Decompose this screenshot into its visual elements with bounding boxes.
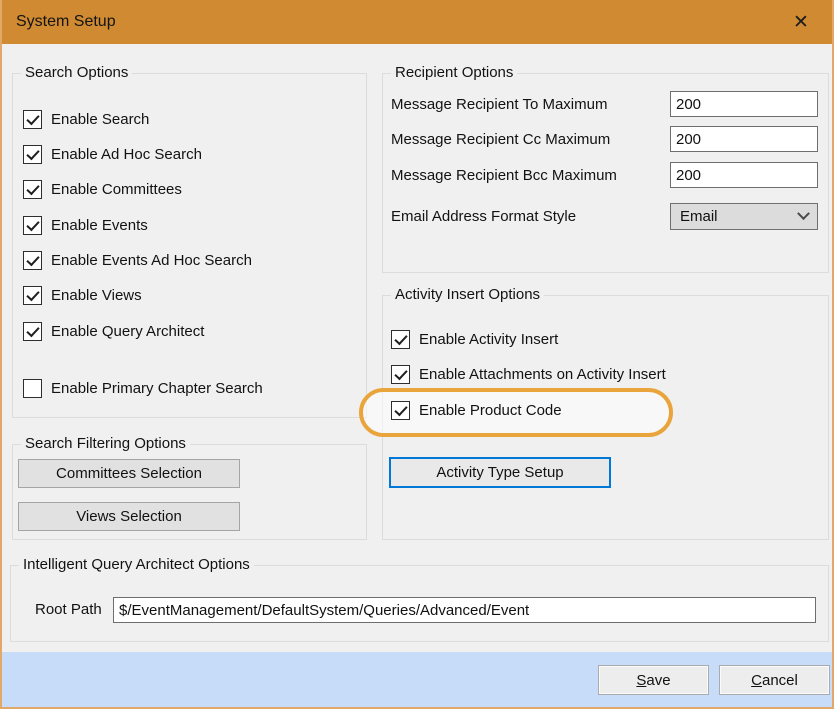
cancel-button[interactable]: Cancel [719,665,830,695]
save-button[interactable]: Save [598,665,709,695]
checkbox-row-enable-events[interactable]: Enable Events [23,215,148,235]
checkbox-row-enable-activity-insert[interactable]: Enable Activity Insert [391,329,558,349]
checkbox-label: Enable Product Code [419,402,562,419]
checkbox[interactable] [23,216,42,235]
bcc-maximum-input[interactable] [670,162,818,188]
system-setup-dialog: System Setup ✕ Search Options Enable Sea… [0,0,834,709]
checkbox[interactable] [391,330,410,349]
checkbox-label: Enable Views [51,287,142,304]
checkbox[interactable] [23,379,42,398]
checkbox-row-enable-views[interactable]: Enable Views [23,285,142,305]
checkbox[interactable] [23,145,42,164]
checkbox-row-enable-query-architect[interactable]: Enable Query Architect [23,321,204,341]
committees-selection-button[interactable]: Committees Selection [18,459,240,488]
root-path-input[interactable] [113,597,816,623]
checkbox[interactable] [23,110,42,129]
root-path-label: Root Path [31,601,106,618]
checkbox-row-enable-committees[interactable]: Enable Committees [23,179,182,199]
email-format-style-dropdown[interactable]: Email [670,203,818,230]
group-title: Activity Insert Options [391,286,544,303]
checkbox-row-enable-events-ad-hoc-search[interactable]: Enable Events Ad Hoc Search [23,250,252,270]
checkbox[interactable] [23,322,42,341]
close-icon[interactable]: ✕ [780,0,822,44]
to-maximum-input[interactable] [670,91,818,117]
checkbox-row-enable-product-code[interactable]: Enable Product Code [391,400,562,420]
group-title: Search Options [21,64,132,81]
checkbox[interactable] [23,251,42,270]
checkbox-label: Enable Attachments on Activity Insert [419,366,666,383]
group-title: Search Filtering Options [21,435,190,452]
cc-maximum-input[interactable] [670,126,818,152]
field-label: Message Recipient To Maximum [391,96,670,113]
group-title: Recipient Options [391,64,517,81]
checkbox-label: Enable Events Ad Hoc Search [51,252,252,269]
checkbox[interactable] [23,180,42,199]
checkbox-label: Enable Activity Insert [419,331,558,348]
field-row-to-maximum: Message Recipient To Maximum [391,91,818,117]
checkbox[interactable] [23,286,42,305]
checkbox-row-enable-ad-hoc-search[interactable]: Enable Ad Hoc Search [23,144,202,164]
checkbox-label: Enable Primary Chapter Search [51,380,263,397]
field-row-cc-maximum: Message Recipient Cc Maximum [391,126,818,152]
button-label: Views Selection [76,508,182,525]
checkbox-label: Enable Query Architect [51,323,204,340]
chevron-down-icon [797,207,810,220]
checkbox-label: Enable Events [51,217,148,234]
checkbox-row-enable-search[interactable]: Enable Search [23,109,149,129]
checkbox[interactable] [391,365,410,384]
checkbox-row-enable-attachments[interactable]: Enable Attachments on Activity Insert [391,364,666,384]
field-row-bcc-maximum: Message Recipient Bcc Maximum [391,162,818,188]
title-bar: System Setup ✕ [2,0,832,44]
field-label: Email Address Format Style [391,208,670,225]
group-search-filtering-options: Search Filtering Options Committees Sele… [12,444,367,540]
field-row-email-format-style: Email Address Format Style Email [391,203,818,229]
footer-bar: Save Cancel [2,652,832,707]
dropdown-selected-value: Email [680,208,718,225]
button-label: Cancel [751,672,798,689]
window-title: System Setup [16,13,116,31]
checkbox[interactable] [391,401,410,420]
group-iqa-options: Intelligent Query Architect Options Root… [10,565,829,642]
group-title: Intelligent Query Architect Options [19,556,254,573]
button-label: Activity Type Setup [436,464,563,481]
checkbox-row-enable-primary-chapter-search[interactable]: Enable Primary Chapter Search [23,378,263,398]
field-label: Message Recipient Cc Maximum [391,131,670,148]
button-label: Committees Selection [56,465,202,482]
field-label: Message Recipient Bcc Maximum [391,167,670,184]
activity-type-setup-button[interactable]: Activity Type Setup [389,457,611,488]
checkbox-label: Enable Search [51,111,149,128]
group-recipient-options: Recipient Options Message Recipient To M… [382,73,829,273]
checkbox-label: Enable Ad Hoc Search [51,146,202,163]
views-selection-button[interactable]: Views Selection [18,502,240,531]
button-label: Save [636,672,670,689]
checkbox-label: Enable Committees [51,181,182,198]
group-search-options: Search Options Enable Search Enable Ad H… [12,73,367,418]
